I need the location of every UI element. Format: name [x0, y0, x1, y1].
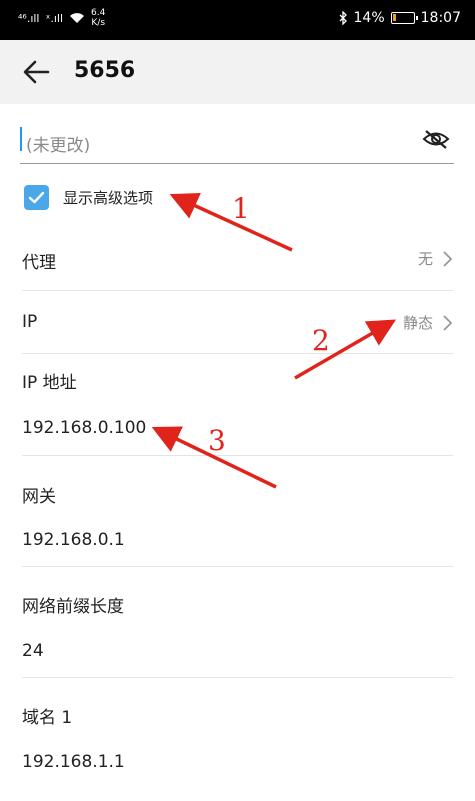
- status-bar: ⁴⁶.ıll ˣ.ıll 6.4 K/s 14% 18:07: [0, 0, 475, 40]
- advanced-options-label: 显示高级选项: [63, 188, 154, 207]
- cellular-signal-2: ˣ.ıll: [45, 11, 64, 25]
- back-arrow-icon: [23, 60, 50, 84]
- battery-level: [392, 14, 396, 21]
- divider: [22, 566, 453, 567]
- ip-address-label: IP 地址: [22, 373, 77, 393]
- network-speed-unit: K/s: [91, 18, 106, 28]
- proxy-value: 无: [417, 250, 433, 268]
- show-advanced-options[interactable]: 显示高级选项: [24, 182, 153, 212]
- wifi-icon: [70, 13, 85, 23]
- divider: [22, 353, 453, 354]
- back-button[interactable]: [18, 54, 54, 90]
- page-title: 5656: [74, 58, 136, 83]
- prefix-length-label: 网络前缀长度: [22, 597, 124, 617]
- network-speed: 6.4 K/s: [91, 8, 105, 28]
- proxy-row[interactable]: 代理 无: [22, 248, 453, 273]
- status-left: ⁴⁶.ıll ˣ.ıll 6.4 K/s: [18, 8, 105, 28]
- password-placeholder: (未更改): [26, 136, 91, 156]
- checkmark-icon: [28, 191, 45, 203]
- ip-mode-value: 静态: [402, 314, 433, 332]
- text-caret: [20, 127, 22, 151]
- gateway-field[interactable]: 192.168.0.1: [22, 530, 125, 550]
- dns1-field[interactable]: 192.168.1.1: [22, 752, 125, 772]
- battery-icon: [390, 12, 418, 24]
- ip-label: IP: [22, 312, 38, 332]
- ip-address-field[interactable]: 192.168.0.100: [22, 418, 146, 438]
- divider: [22, 290, 453, 291]
- annotation-number-1: 1: [232, 192, 250, 225]
- annotation-number-2: 2: [312, 324, 330, 357]
- divider: [22, 677, 453, 678]
- gateway-label: 网关: [22, 487, 56, 507]
- ip-settings-row[interactable]: IP 静态: [22, 312, 453, 336]
- prefix-length-field[interactable]: 24: [22, 641, 44, 661]
- password-input[interactable]: (未更改): [20, 122, 454, 164]
- cellular-signal-1: ⁴⁶.ıll: [18, 11, 40, 25]
- dns1-label: 域名 1: [22, 708, 73, 728]
- status-right: 14% 18:07: [339, 10, 461, 26]
- annotation-arrows: [151, 192, 397, 489]
- hide-password-icon[interactable]: [422, 128, 450, 150]
- divider: [22, 455, 453, 456]
- chevron-right-icon: [443, 251, 453, 267]
- advanced-checkbox[interactable]: [24, 184, 49, 210]
- clock: 18:07: [420, 10, 461, 26]
- battery-percent: 14%: [353, 10, 385, 26]
- app-bar: 5656: [0, 40, 475, 104]
- chevron-right-icon: [443, 315, 453, 331]
- proxy-label: 代理: [22, 253, 56, 273]
- network-speed-value: 6.4: [91, 8, 106, 18]
- bluetooth-icon: [339, 11, 347, 25]
- annotation-number-3: 3: [208, 424, 226, 457]
